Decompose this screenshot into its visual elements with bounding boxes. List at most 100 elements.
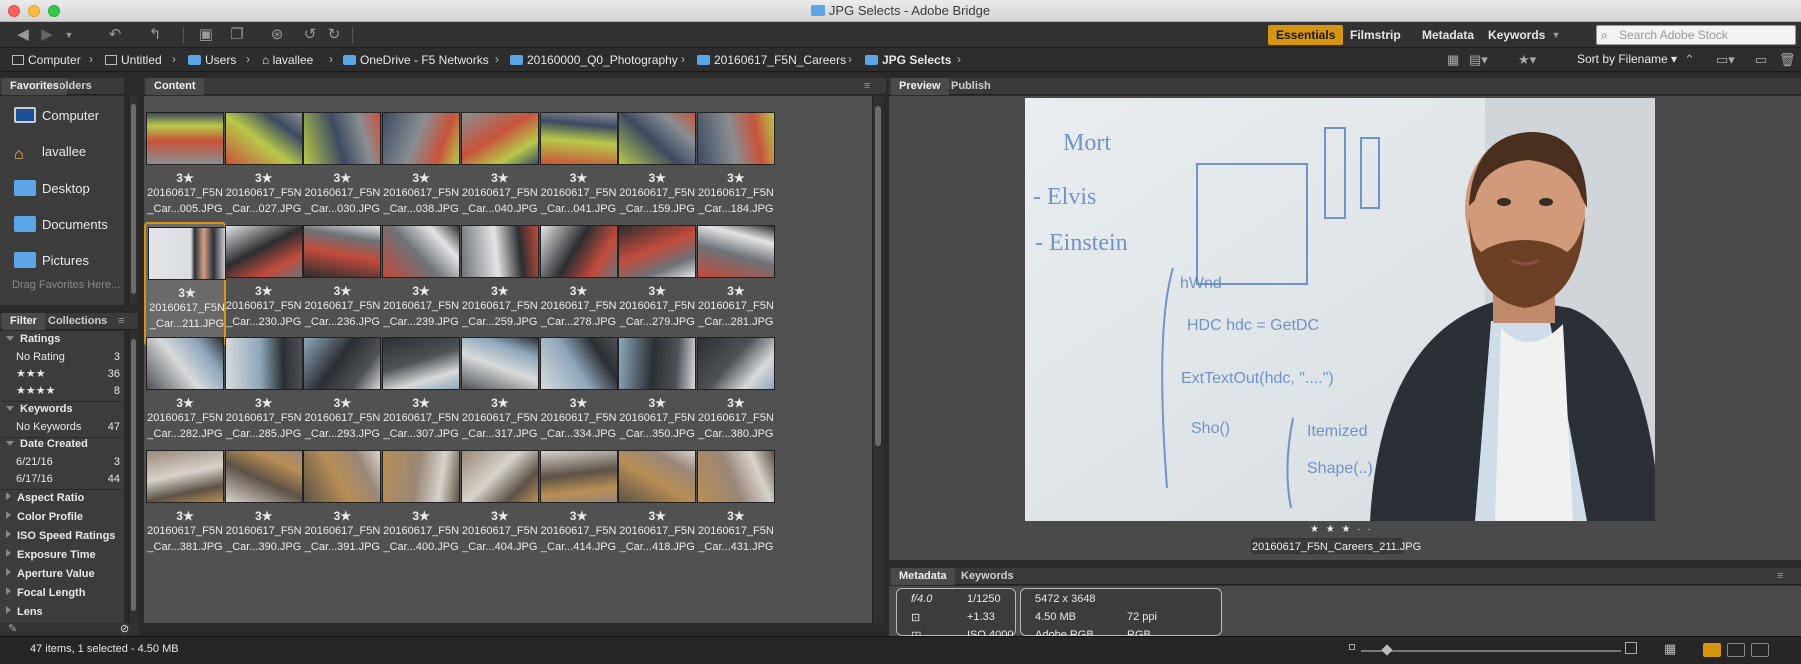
content-scrollbar[interactable] bbox=[872, 96, 884, 623]
filter-row[interactable]: 6/21/16 3 bbox=[16, 454, 120, 470]
batch-icon[interactable]: ▤▾ bbox=[1469, 52, 1488, 68]
thumbnail-item[interactable]: 3★ 20160617_F5N _Car...391.JPG bbox=[301, 447, 383, 571]
filter-aperture-header[interactable]: Aperture Value bbox=[6, 566, 118, 582]
thumbnail-item[interactable]: 3★ 20160617_F5N _Car...307.JPG bbox=[380, 334, 462, 458]
tab-metadata[interactable]: Metadata bbox=[891, 568, 955, 585]
thumbnail-item[interactable]: 3★ 20160617_F5N _Car...159.JPG bbox=[616, 109, 698, 233]
rotate-left-icon[interactable]: ↺ bbox=[302, 26, 318, 44]
reveal-icon[interactable]: ↰ bbox=[146, 26, 164, 44]
thumbnail-item[interactable]: 3★ 20160617_F5N _Car...418.JPG bbox=[616, 447, 698, 571]
thumbnail-item[interactable]: 3★ 20160617_F5N _Car...027.JPG bbox=[223, 109, 305, 233]
sidebar-item-desktop[interactable]: Desktop bbox=[14, 177, 90, 201]
breadcrumb-lavallee[interactable]: ⌂ lavallee bbox=[262, 53, 313, 69]
trash-icon[interactable]: 🗑 bbox=[1779, 52, 1796, 68]
thumbnail-item[interactable]: 3★ 20160617_F5N _Car...380.JPG bbox=[695, 334, 777, 458]
filter-iso-header[interactable]: ISO Speed Ratings bbox=[6, 528, 118, 544]
tab-preview[interactable]: Preview bbox=[891, 78, 949, 95]
filter-rating-star-icon[interactable]: ★▾ bbox=[1518, 52, 1536, 68]
tab-favorites[interactable]: Favorites bbox=[2, 78, 67, 95]
view-as-list-button[interactable] bbox=[1751, 643, 1769, 657]
thumbnail-item[interactable]: 3★ 20160617_F5N _Car...278.JPG bbox=[538, 222, 620, 346]
filter-exposure-header[interactable]: Exposure Time bbox=[6, 547, 118, 563]
thumbnail-item[interactable]: 3★ 20160617_F5N _Car...390.JPG bbox=[223, 447, 305, 571]
new-folder-icon[interactable]: ▭ bbox=[1755, 52, 1767, 68]
workspace-metadata[interactable]: Metadata bbox=[1414, 25, 1482, 45]
tab-keywords[interactable]: Keywords bbox=[953, 568, 1022, 585]
breadcrumb-users[interactable]: Users bbox=[188, 53, 236, 69]
filter-focal-length-header[interactable]: Focal Length bbox=[6, 585, 118, 601]
filter-row[interactable]: 6/17/16 44 bbox=[16, 471, 120, 487]
view-as-thumbnails-button[interactable] bbox=[1703, 643, 1721, 657]
thumbnail-item[interactable]: 3★ 20160617_F5N _Car...281.JPG bbox=[695, 222, 777, 346]
thumbnail-item[interactable]: 3★ 20160617_F5N _Car...317.JPG bbox=[459, 334, 541, 458]
refine-icon[interactable]: ❐ bbox=[226, 26, 248, 44]
open-in-camera-raw-icon[interactable]: ⊛ bbox=[268, 26, 286, 44]
filter-date-header[interactable]: Date Created bbox=[6, 436, 118, 452]
thumbnail-item[interactable]: 3★ 20160617_F5N _Car...334.JPG bbox=[538, 334, 620, 458]
sidebar-item-lavallee[interactable]: ⌂ lavallee bbox=[14, 140, 86, 164]
thumbnail-item[interactable]: 3★ 20160617_F5N _Car...230.JPG bbox=[223, 222, 305, 346]
tab-content[interactable]: Content bbox=[146, 78, 204, 95]
search-input[interactable]: ⌕ Search Adobe Stock bbox=[1596, 25, 1796, 45]
thumbnail-item[interactable]: 3★ 20160617_F5N _Car...239.JPG bbox=[380, 222, 462, 346]
thumbnail-item[interactable]: 3★ 20160617_F5N _Car...282.JPG bbox=[144, 334, 226, 458]
filter-keywords-header[interactable]: Keywords bbox=[6, 401, 118, 417]
thumbnail-item[interactable]: 3★ 20160617_F5N _Car...400.JPG bbox=[380, 447, 462, 571]
preview-image[interactable]: Mort - Elvis - Einstein hWnd HDC hdc = G… bbox=[1025, 98, 1655, 521]
large-thumb-icon[interactable] bbox=[1625, 642, 1637, 654]
maximize-window-button[interactable] bbox=[48, 5, 60, 17]
forward-arrow-icon[interactable]: ▶ bbox=[38, 26, 56, 44]
thumbnail-item[interactable]: 3★ 20160617_F5N _Car...184.JPG bbox=[695, 109, 777, 233]
small-thumb-icon[interactable] bbox=[1349, 644, 1355, 650]
thumbnail-item[interactable]: 3★ 20160617_F5N _Car...005.JPG bbox=[144, 109, 226, 233]
breadcrumb-untitled[interactable]: Untitled bbox=[105, 53, 162, 69]
thumbnail-item[interactable]: 3★ 20160617_F5N _Car...414.JPG bbox=[538, 447, 620, 571]
breadcrumb-careers[interactable]: 20160617_F5N_Careers bbox=[697, 53, 846, 69]
filter-aspect-ratio-header[interactable]: Aspect Ratio bbox=[6, 490, 118, 506]
filter-ratings-header[interactable]: Ratings bbox=[6, 331, 118, 347]
thumbnail-item[interactable]: 3★ 20160617_F5N _Car...236.JPG bbox=[301, 222, 383, 346]
thumbnail-quality-icon[interactable]: ▦ bbox=[1447, 52, 1459, 68]
tab-collections[interactable]: Collections bbox=[40, 313, 115, 330]
workspace-menu-chevron-icon[interactable]: ▼ bbox=[1550, 26, 1562, 44]
breadcrumb-onedrive[interactable]: OneDrive - F5 Networks bbox=[343, 53, 489, 69]
thumbnail-item[interactable]: 3★ 20160617_F5N _Car...431.JPG bbox=[695, 447, 777, 571]
favorites-scrollbar[interactable] bbox=[128, 96, 138, 305]
breadcrumb-photography[interactable]: 20160000_Q0_Photography bbox=[510, 53, 678, 69]
tab-filter[interactable]: Filter bbox=[2, 313, 45, 330]
filter-row[interactable]: No Keywords 47 bbox=[16, 419, 120, 435]
rotate-right-icon[interactable]: ↻ bbox=[326, 26, 342, 44]
preview-rating[interactable]: ★ ★ ★ · · bbox=[1310, 524, 1373, 535]
sidebar-item-documents[interactable]: Documents bbox=[14, 213, 108, 237]
workspace-keywords[interactable]: Keywords bbox=[1480, 25, 1553, 45]
recent-dropdown-icon[interactable]: ▼ bbox=[62, 26, 76, 44]
thumbnail-item[interactable]: 3★ 20160617_F5N _Car...030.JPG bbox=[301, 109, 383, 233]
filter-row[interactable]: No Rating 3 bbox=[16, 349, 120, 365]
camera-import-icon[interactable]: ▣ bbox=[196, 26, 216, 44]
boomerang-icon[interactable]: ↶ bbox=[104, 26, 126, 44]
filter-lens-header[interactable]: Lens bbox=[6, 604, 118, 620]
filter-row[interactable]: ★★★★ 8 bbox=[16, 383, 120, 399]
thumbnail-item[interactable]: 3★ 20160617_F5N _Car...350.JPG bbox=[616, 334, 698, 458]
lock-grid-icon[interactable]: ▦ bbox=[1664, 641, 1676, 657]
pin-icon[interactable]: ✎ bbox=[8, 622, 17, 635]
thumbnail-item[interactable]: 3★ 20160617_F5N _Car...040.JPG bbox=[459, 109, 541, 233]
thumbnail-item[interactable]: 3★ 20160617_F5N _Car...038.JPG bbox=[380, 109, 462, 233]
view-as-details-button[interactable] bbox=[1727, 643, 1745, 657]
tab-folders[interactable]: Folders bbox=[60, 78, 116, 95]
sort-dropdown[interactable]: Sort by Filename ▾ bbox=[1577, 52, 1677, 66]
sidebar-item-computer[interactable]: Computer bbox=[14, 104, 99, 128]
sidebar-item-pictures[interactable]: Pictures bbox=[14, 249, 89, 273]
slider-handle[interactable] bbox=[1381, 644, 1393, 656]
workspace-filmstrip[interactable]: Filmstrip bbox=[1342, 25, 1409, 45]
clear-filter-icon[interactable]: ⊘ bbox=[120, 622, 129, 635]
panel-menu-icon[interactable]: ≡ bbox=[118, 313, 124, 330]
thumbnail-item[interactable]: 3★ 20160617_F5N _Car...041.JPG bbox=[538, 109, 620, 233]
back-arrow-icon[interactable]: ◀ bbox=[14, 26, 32, 44]
close-window-button[interactable] bbox=[8, 5, 20, 17]
sort-ascending-icon[interactable]: ⌃ bbox=[1684, 52, 1695, 68]
filter-color-profile-header[interactable]: Color Profile bbox=[6, 509, 118, 525]
thumbnail-size-slider[interactable] bbox=[1361, 650, 1621, 652]
thumbnail-item[interactable]: 3★ 20160617_F5N _Car...279.JPG bbox=[616, 222, 698, 346]
filter-scrollbar[interactable] bbox=[128, 331, 138, 623]
